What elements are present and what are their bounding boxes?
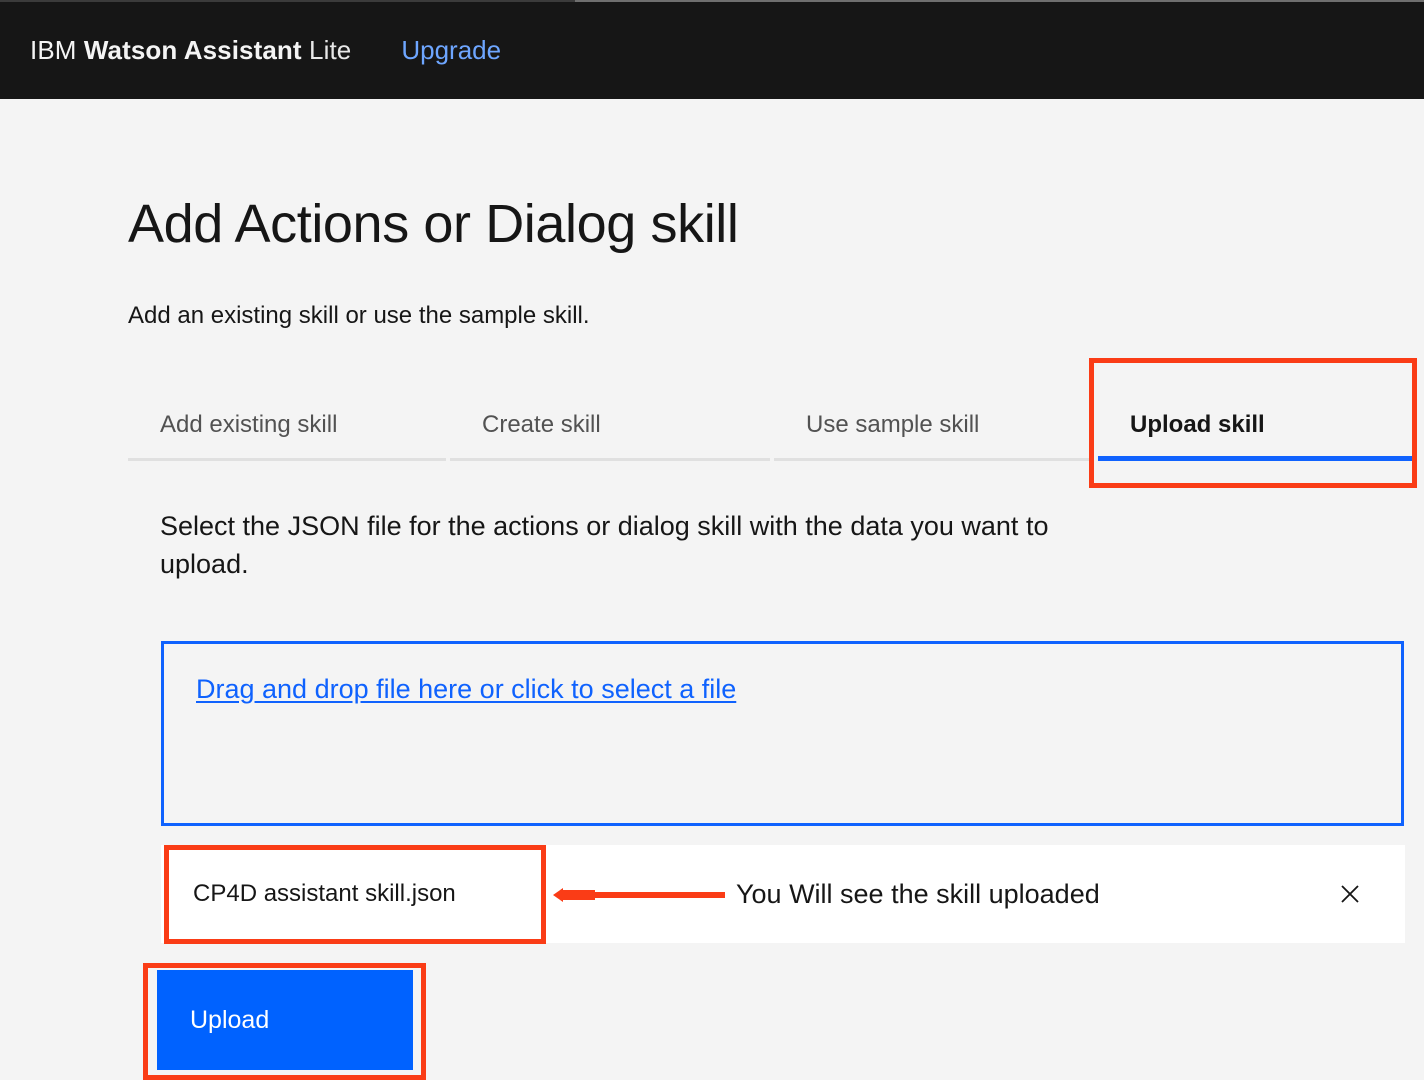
skill-tabs: Add existing skill Create skill Use samp… — [128, 389, 1416, 461]
page-content: Add Actions or Dialog skill Add an exist… — [0, 99, 1424, 1080]
tab-upload-skill[interactable]: Upload skill — [1098, 389, 1416, 461]
brand-prefix: IBM — [30, 35, 84, 65]
tab-underline-active — [1098, 456, 1416, 461]
tab-label: Use sample skill — [806, 411, 980, 438]
tab-create-skill[interactable]: Create skill — [450, 389, 770, 461]
tab-label: Upload skill — [1130, 411, 1265, 438]
close-icon[interactable] — [1335, 879, 1365, 909]
tab-underline — [450, 458, 770, 461]
uploaded-file-name: CP4D assistant skill.json — [193, 880, 456, 907]
brand-name: Watson Assistant — [83, 35, 302, 65]
dropzone-select-file-link[interactable]: Drag and drop file here or click to sele… — [196, 674, 736, 705]
brand-plan: Lite — [301, 35, 352, 65]
tab-label: Create skill — [482, 411, 601, 438]
tab-underline — [128, 458, 446, 461]
upload-instructions: Select the JSON file for the actions or … — [160, 511, 1049, 580]
file-dropzone[interactable]: Drag and drop file here or click to sele… — [161, 641, 1404, 826]
page-subtitle: Add an existing skill or use the sample … — [128, 302, 590, 329]
page-title: Add Actions or Dialog skill — [128, 194, 739, 254]
upgrade-link[interactable]: Upgrade — [401, 35, 501, 66]
tab-add-existing-skill[interactable]: Add existing skill — [128, 389, 446, 461]
tab-label: Add existing skill — [160, 411, 338, 438]
tab-underline — [774, 458, 1094, 461]
uploaded-file-row: CP4D assistant skill.json — [161, 845, 1405, 943]
app-brand: IBM Watson Assistant Lite — [30, 35, 351, 66]
app-header: IBM Watson Assistant Lite Upgrade — [0, 2, 1424, 99]
tab-use-sample-skill[interactable]: Use sample skill — [774, 389, 1094, 461]
upload-button[interactable]: Upload — [157, 970, 413, 1070]
